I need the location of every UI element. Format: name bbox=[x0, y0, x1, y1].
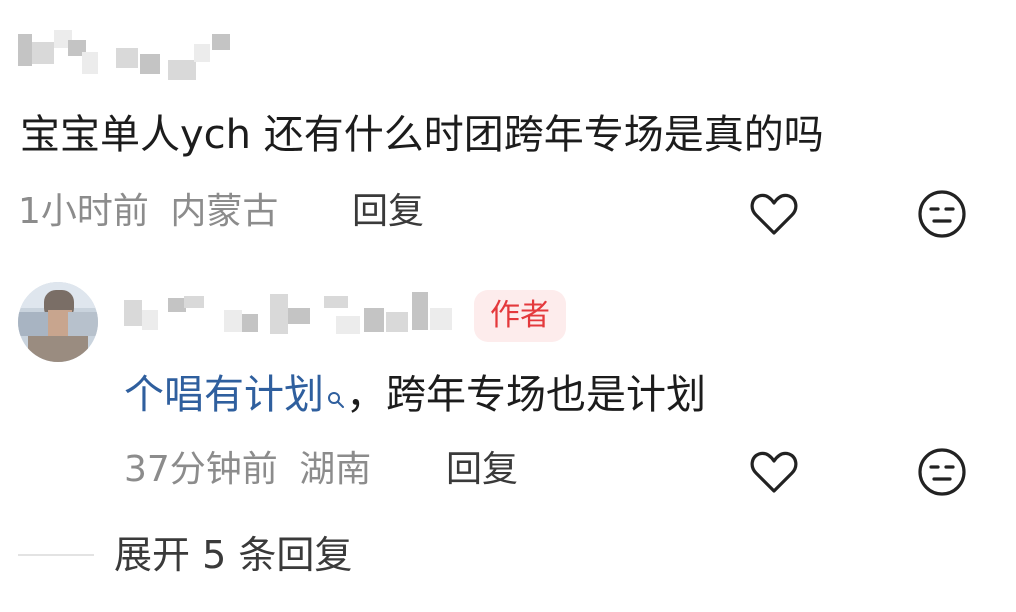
comment-meta: 1小时前 内蒙古 bbox=[18, 190, 278, 234]
comment-text: 宝宝单人ych 还有什么时团跨年专场是真的吗 bbox=[20, 112, 824, 158]
neutral-face-icon[interactable] bbox=[914, 444, 970, 500]
topic-link[interactable]: 个唱有计划 bbox=[124, 372, 346, 418]
comment-reply-button[interactable]: 回复 bbox=[352, 190, 424, 234]
reply-text: 个唱有计划 ，跨年专场也是计划 bbox=[124, 370, 706, 422]
neutral-face-icon[interactable] bbox=[914, 186, 970, 242]
comment-username-blurred bbox=[18, 30, 238, 84]
search-icon bbox=[326, 372, 346, 422]
heart-outline-icon[interactable] bbox=[746, 444, 802, 500]
topic-link-label: 个唱有计划 bbox=[124, 372, 324, 418]
expand-replies-button[interactable]: 展开 5 条回复 bbox=[114, 532, 352, 578]
reply-meta: 37分钟前 湖南 bbox=[124, 448, 371, 492]
author-badge: 作者 bbox=[474, 290, 566, 342]
comment-location: 内蒙古 bbox=[170, 191, 279, 232]
avatar[interactable] bbox=[18, 282, 98, 362]
reply-time: 37分钟前 bbox=[124, 449, 278, 490]
reply-username-blurred bbox=[124, 286, 454, 342]
reply-reply-button[interactable]: 回复 bbox=[446, 448, 518, 492]
heart-outline-icon[interactable] bbox=[746, 186, 802, 242]
comment-time: 1小时前 bbox=[18, 191, 149, 232]
reply-text-rest: ，跨年专场也是计划 bbox=[346, 372, 706, 418]
thread-divider bbox=[18, 554, 94, 556]
reply-location: 湖南 bbox=[299, 449, 372, 490]
